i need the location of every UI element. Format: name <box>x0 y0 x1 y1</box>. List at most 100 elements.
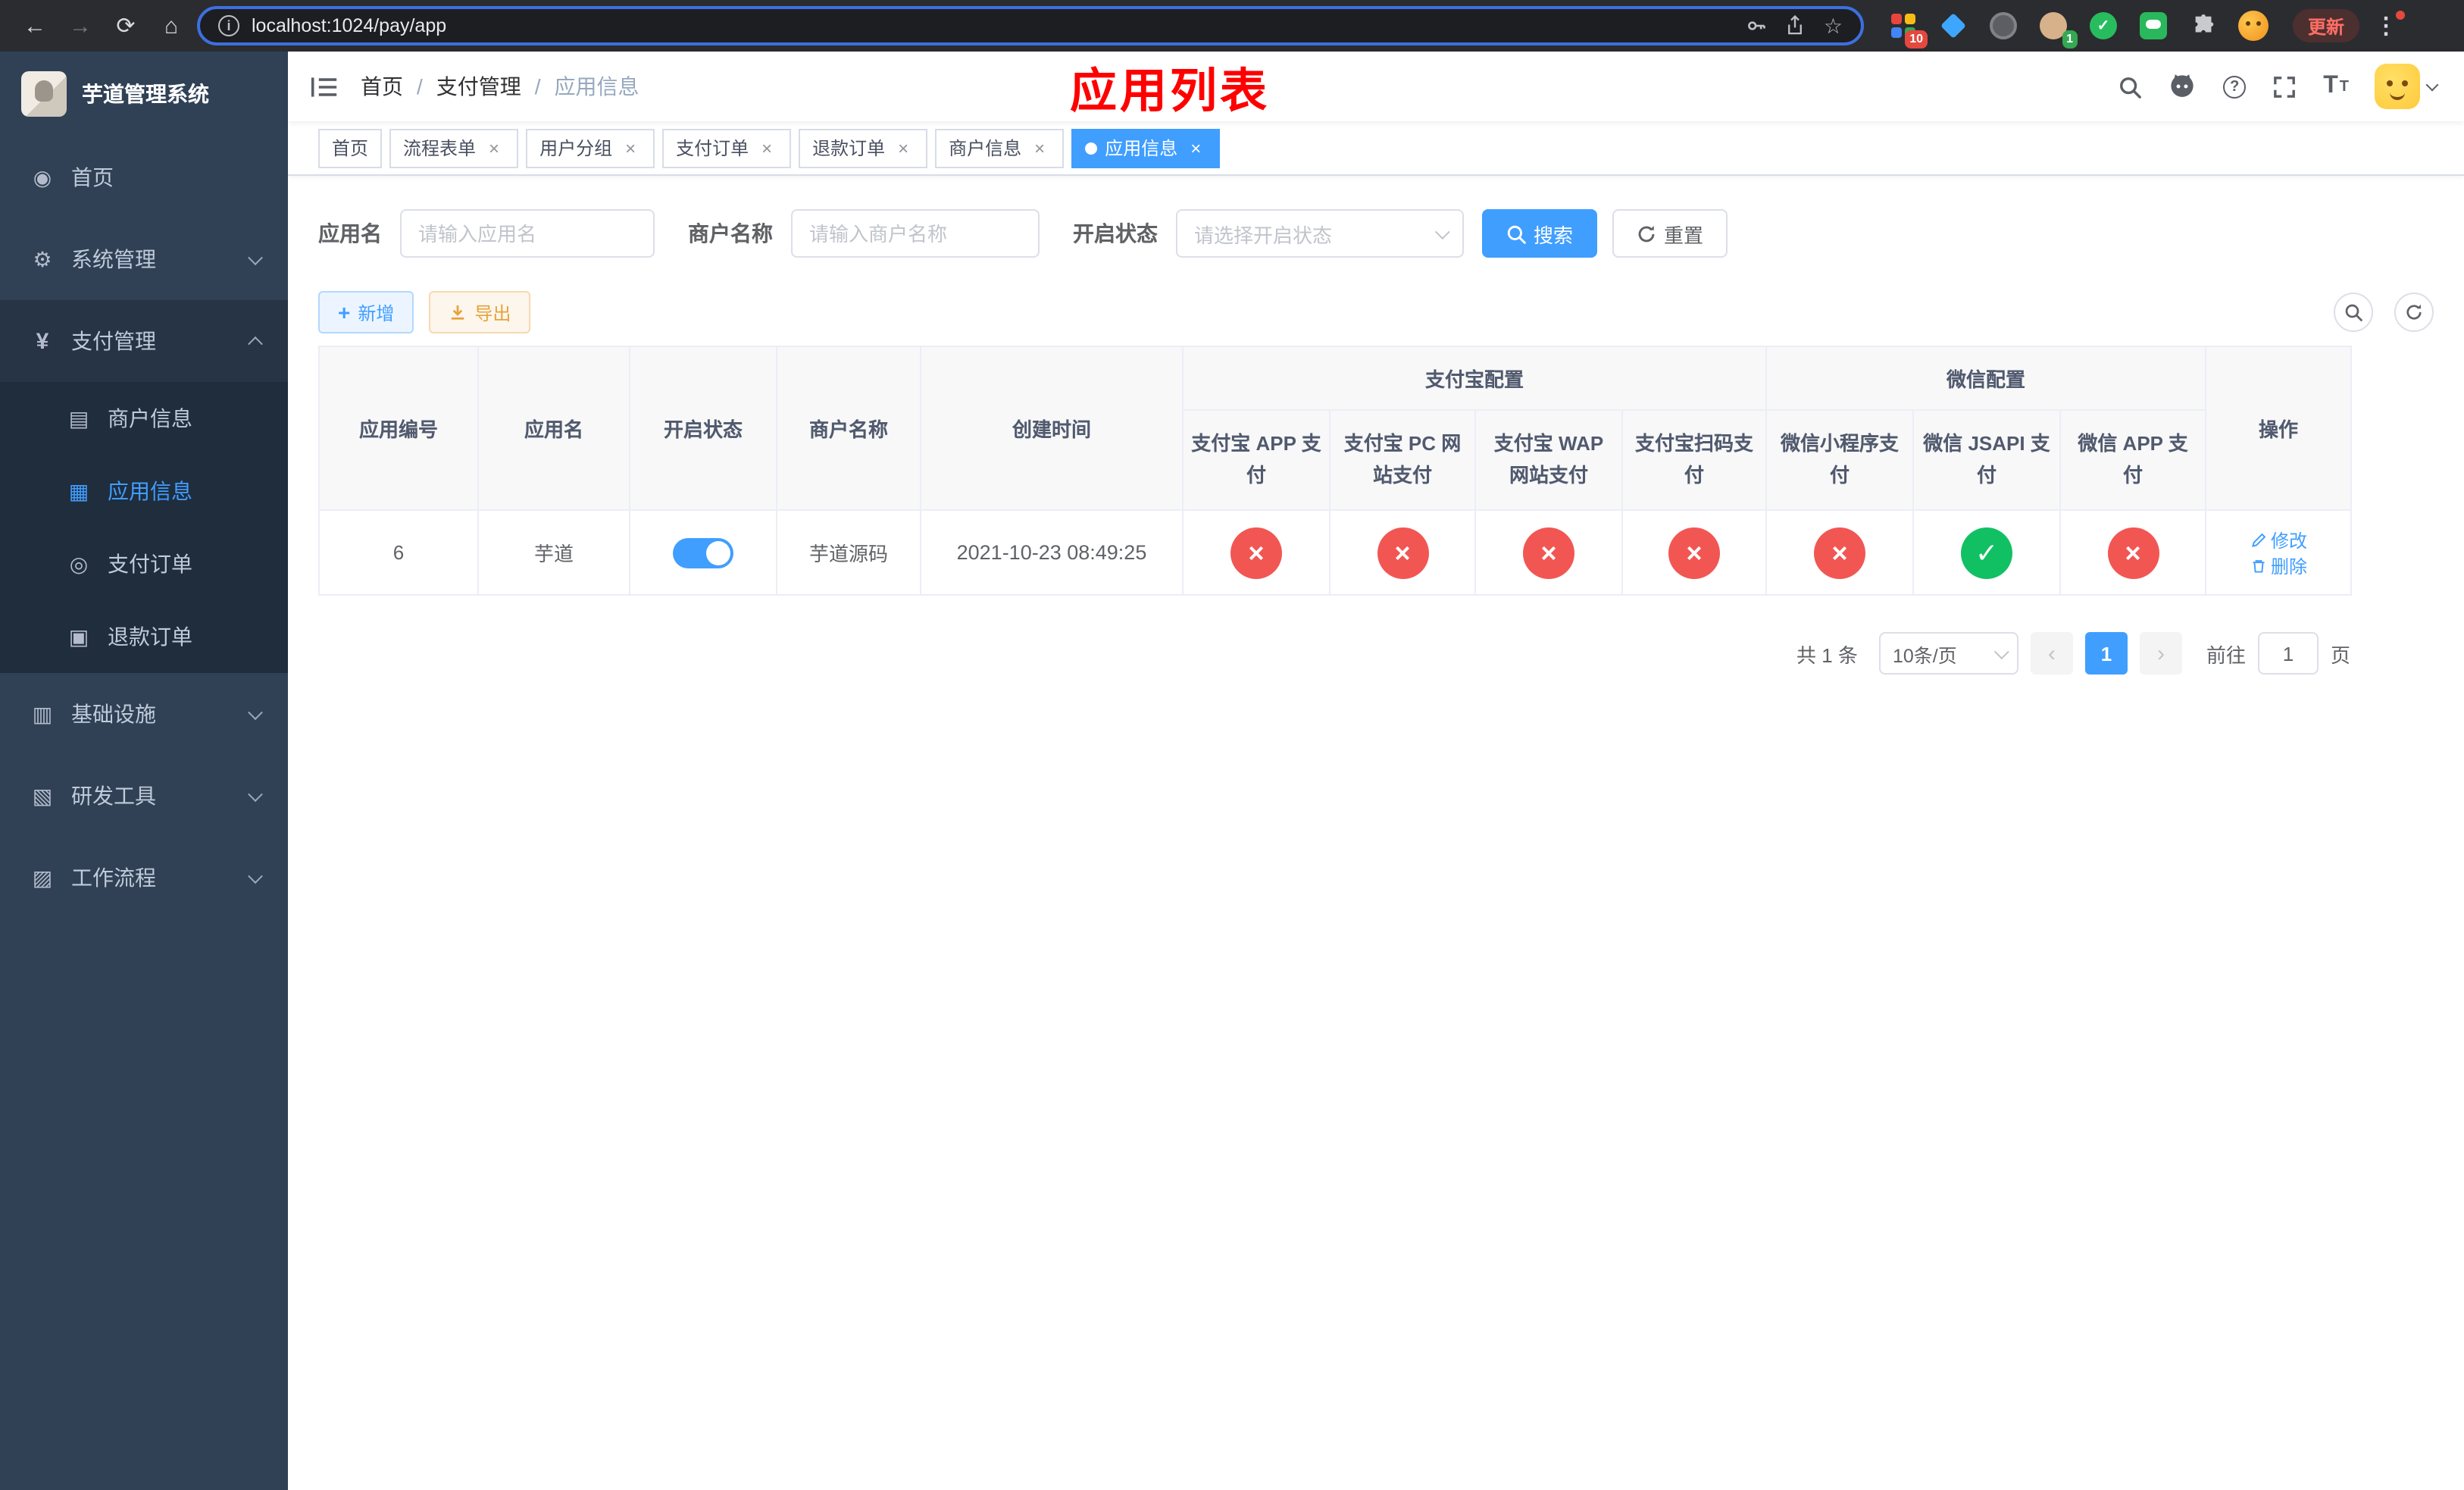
sidebar-item-dev-tools[interactable]: ▧ 研发工具 <box>0 755 288 837</box>
tab-user-group[interactable]: 用户分组 × <box>526 128 655 167</box>
add-button[interactable]: + 新增 <box>318 291 414 333</box>
sidebar-item-refund-order[interactable]: ▣ 退款订单 <box>0 600 288 673</box>
sidebar-item-system[interactable]: ⚙ 系统管理 <box>0 218 288 300</box>
tab-process-form[interactable]: 流程表单 × <box>389 128 519 167</box>
help-icon[interactable]: ? <box>2209 52 2259 121</box>
yen-icon: ¥ <box>36 328 49 354</box>
col-wechat-jsapi: 微信 JSAPI 支付 <box>1912 409 2062 511</box>
user-avatar[interactable] <box>2362 64 2449 109</box>
extension-blocks-icon[interactable]: 10 <box>1885 8 1928 49</box>
tab-home[interactable]: 首页 <box>318 128 383 167</box>
sidebar: 芋道管理系统 ◉ 首页 ⚙ 系统管理 ¥ 支付管理 ▤ 商户信息 ▦ 应用信息 … <box>0 52 288 1490</box>
refresh-button[interactable] <box>2394 293 2434 332</box>
target-icon: ◎ <box>69 551 89 575</box>
tab-close-icon[interactable]: × <box>1029 137 1050 158</box>
merchant-name-input[interactable] <box>791 209 1040 258</box>
sidebar-item-home[interactable]: ◉ 首页 <box>0 136 288 218</box>
cell-created: 2021-10-23 08:49:25 <box>920 509 1184 596</box>
extensions-area: 10 1 ✓ <box>1885 8 2272 49</box>
breadcrumb-separator: / <box>417 74 423 99</box>
app-name-input[interactable] <box>400 209 655 258</box>
tab-close-icon[interactable]: × <box>1185 137 1206 158</box>
tab-pay-order[interactable]: 支付订单 × <box>662 128 792 167</box>
font-size-icon[interactable]: TT <box>2309 52 2362 121</box>
prev-page-button[interactable]: ‹ <box>2030 632 2073 675</box>
hamburger-icon[interactable] <box>288 52 361 121</box>
sidebar-item-pay[interactable]: ¥ 支付管理 <box>0 300 288 382</box>
home-button[interactable]: ⌂ <box>152 6 191 45</box>
sidebar-item-merchant-info[interactable]: ▤ 商户信息 <box>0 382 288 455</box>
page-1-button[interactable]: 1 <box>2084 632 2128 675</box>
bookmark-star-icon[interactable]: ☆ <box>1824 13 1843 39</box>
sidebar-item-pay-order[interactable]: ◎ 支付订单 <box>0 527 288 600</box>
chevron-down-icon <box>248 786 263 802</box>
search-button[interactable]: 搜索 <box>1482 209 1598 258</box>
alipay-app-status-icon: × <box>1230 527 1282 578</box>
gear-icon: ⚙ <box>33 246 52 271</box>
reset-button[interactable]: 重置 <box>1612 209 1728 258</box>
tab-app-info[interactable]: 应用信息 × <box>1071 128 1221 167</box>
breadcrumb-separator: / <box>534 74 541 99</box>
plus-icon: + <box>338 300 351 324</box>
sidebar-item-infra[interactable]: ▥ 基础设施 <box>0 673 288 755</box>
back-button[interactable]: ← <box>15 6 55 45</box>
tab-refund-order[interactable]: 退款订单 × <box>799 128 928 167</box>
tab-close-icon[interactable]: × <box>483 137 505 158</box>
site-info-icon[interactable]: i <box>218 15 239 36</box>
navbar-actions: ? TT <box>2105 52 2464 121</box>
extension-dark-icon[interactable] <box>1985 8 2022 44</box>
extension-badge: 1 <box>2062 30 2078 49</box>
app-name-label: 应用名 <box>318 221 382 246</box>
col-wechat-app: 微信 APP 支付 <box>2059 409 2207 511</box>
browser-update-button[interactable]: 更新 <box>2293 9 2360 42</box>
next-page-button[interactable]: › <box>2139 632 2182 675</box>
reload-button[interactable]: ⟳ <box>106 6 145 45</box>
extension-chat-icon[interactable] <box>2135 8 2172 44</box>
tab-close-icon[interactable]: × <box>756 137 777 158</box>
pagination: 共 1 条 10条/页 ‹ 1 › 前往 页 <box>318 632 2350 675</box>
toggle-search-button[interactable] <box>2334 293 2373 332</box>
sidebar-item-label: 支付订单 <box>108 552 192 576</box>
github-icon[interactable] <box>2155 52 2209 121</box>
sidebar-item-label: 研发工具 <box>71 784 156 808</box>
goto-page-input[interactable] <box>2257 632 2319 675</box>
export-button[interactable]: 导出 <box>429 291 531 333</box>
table-row: 6 芋道 芋道源码 2021-10-23 08:49:25 × × × × × <box>318 509 2353 596</box>
status-select[interactable]: 请选择开启状态 <box>1176 209 1464 258</box>
password-key-icon[interactable] <box>1746 15 1768 36</box>
avatar <box>2375 64 2420 109</box>
tab-close-icon[interactable]: × <box>620 137 641 158</box>
edit-link[interactable]: 修改 <box>2250 527 2307 552</box>
forward-button[interactable]: → <box>61 6 100 45</box>
sidebar-item-app-info[interactable]: ▦ 应用信息 <box>0 455 288 527</box>
address-bar[interactable]: i localhost:1024/pay/app ☆ <box>197 6 1864 45</box>
chevron-down-icon <box>248 868 263 884</box>
page-size-select[interactable]: 10条/页 <box>1878 632 2018 675</box>
delete-link[interactable]: 删除 <box>2250 552 2307 578</box>
col-alipay-app: 支付宝 APP 支付 <box>1182 409 1330 511</box>
fullscreen-icon[interactable] <box>2259 52 2309 121</box>
profile-avatar-icon[interactable] <box>2235 8 2272 44</box>
sidebar-item-label: 基础设施 <box>71 702 156 726</box>
browser-menu-icon[interactable]: ⋮ <box>2366 11 2406 39</box>
status-toggle[interactable] <box>673 537 733 568</box>
share-icon[interactable] <box>1786 15 1806 36</box>
extension-avatar-icon[interactable]: 1 <box>2035 8 2078 49</box>
sidebar-item-workflow[interactable]: ▨ 工作流程 <box>0 837 288 919</box>
table-toolbar: + 新增 导出 <box>318 291 2434 333</box>
chevron-up-icon <box>248 335 263 351</box>
search-icon[interactable] <box>2105 52 2155 121</box>
navbar: 首页 / 支付管理 / 应用信息 应用列表 ? T T <box>288 52 2464 121</box>
extension-green-check-icon[interactable]: ✓ <box>2085 8 2122 44</box>
extension-gem-icon[interactable] <box>1935 8 1972 44</box>
col-wechat-mini: 微信小程序支付 <box>1765 409 1915 511</box>
breadcrumb-pay[interactable]: 支付管理 <box>436 71 521 102</box>
breadcrumb-home[interactable]: 首页 <box>361 71 403 102</box>
tab-close-icon[interactable]: × <box>893 137 914 158</box>
page-title: 应用列表 <box>1070 64 1270 117</box>
extensions-puzzle-icon[interactable] <box>2185 8 2222 44</box>
browser-toolbar: ← → ⟳ ⌂ i localhost:1024/pay/app ☆ 10 1 … <box>0 0 2464 52</box>
tab-merchant-info[interactable]: 商户信息 × <box>935 128 1065 167</box>
cell-status <box>629 509 777 596</box>
app-logo[interactable]: 芋道管理系统 <box>0 52 288 136</box>
